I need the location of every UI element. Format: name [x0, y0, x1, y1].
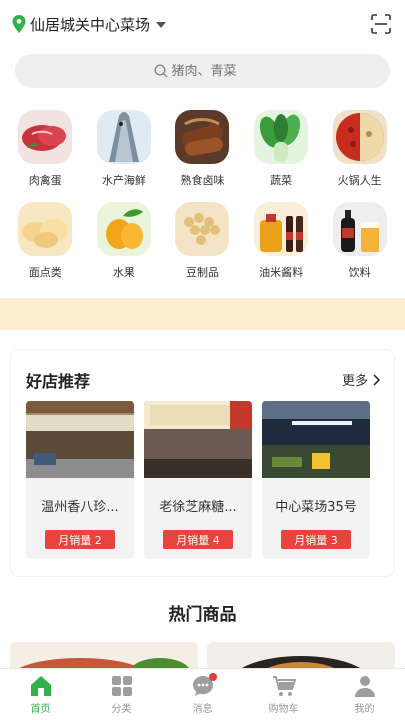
tab-category[interactable]: 分类 — [81, 669, 162, 720]
shop-name: 温州香八珍... — [41, 500, 119, 515]
category-meat[interactable]: 肉禽蛋 — [10, 110, 80, 188]
shop-card[interactable]: 温州香八珍... 月销量 2 — [26, 401, 134, 559]
tab-label: 分类 — [111, 704, 132, 715]
fruit-image — [96, 202, 151, 256]
category-icon — [111, 676, 132, 696]
sales-badge: 月销量 3 — [281, 530, 351, 549]
shop-card[interactable]: 中心菜场35号 月销量 3 — [262, 401, 370, 559]
drink-image — [332, 202, 387, 256]
tab-label: 首页 — [30, 704, 51, 715]
oil-sauce-image — [254, 202, 309, 256]
recommended-shops: 好店推荐 更多 温州香八珍... 月销量 2 老徐芝麻糖... 月销量 4 中心… — [11, 350, 394, 576]
category-deli[interactable]: 熟食卤味 — [167, 110, 237, 188]
chevron-right-icon — [373, 373, 380, 386]
sales-badge: 月销量 4 — [163, 530, 233, 549]
user-icon — [354, 676, 375, 697]
tab-label: 我的 — [354, 704, 375, 715]
cart-icon — [272, 676, 296, 696]
search-input[interactable] — [171, 63, 252, 79]
top-bar: 仙居城关中心菜场 — [0, 0, 405, 48]
search-icon — [153, 64, 167, 78]
category-drink[interactable]: 饮料 — [325, 202, 395, 280]
tab-label: 购物车 — [268, 704, 299, 715]
category-oil[interactable]: 油米酱料 — [246, 202, 316, 280]
location-pin-icon[interactable] — [12, 15, 26, 33]
category-seafood[interactable]: 水产海鲜 — [89, 110, 159, 188]
promo-banner[interactable] — [0, 298, 405, 330]
category-hotpot[interactable]: 火锅人生 — [325, 110, 395, 188]
scan-icon[interactable] — [371, 14, 391, 34]
bread-image — [18, 202, 73, 256]
search-bar[interactable] — [15, 54, 390, 88]
category-vegetable[interactable]: 蔬菜 — [246, 110, 316, 188]
shop-photo — [262, 401, 370, 478]
shop-photo — [26, 401, 134, 478]
section-title: 好店推荐 — [26, 372, 91, 391]
shop-name: 老徐芝麻糖... — [159, 500, 237, 515]
tab-label: 消息 — [192, 704, 213, 715]
shop-name: 中心菜场35号 — [275, 500, 357, 515]
meat-image — [18, 110, 73, 164]
category-label: 水果 — [112, 266, 135, 279]
fish-image — [96, 110, 151, 164]
tab-profile[interactable]: 我的 — [324, 669, 405, 720]
tab-messages[interactable]: 消息 — [162, 669, 243, 720]
hotpot-image — [332, 110, 387, 164]
category-label: 豆制品 — [185, 266, 219, 279]
more-label: 更多 — [341, 374, 368, 389]
braised-meat-image — [175, 110, 230, 164]
chevron-down-icon[interactable] — [156, 22, 167, 28]
category-label: 水产海鲜 — [101, 174, 146, 187]
soybean-image — [175, 202, 230, 256]
vegetable-image — [254, 110, 309, 164]
sales-badge: 月销量 2 — [45, 530, 115, 549]
bottom-tab-bar: 首页 分类 消息 购物车 我的 — [0, 668, 405, 720]
category-label: 熟食卤味 — [180, 174, 225, 187]
tab-home[interactable]: 首页 — [0, 669, 81, 720]
category-label: 面点类 — [28, 266, 62, 279]
location-name[interactable]: 仙居城关中心菜场 — [30, 14, 150, 35]
home-icon — [30, 676, 51, 696]
tab-cart[interactable]: 购物车 — [243, 669, 324, 720]
category-label: 蔬菜 — [270, 174, 293, 187]
category-fruit[interactable]: 水果 — [89, 202, 159, 280]
section-title: 热门商品 — [168, 605, 237, 625]
category-label: 火锅人生 — [337, 174, 382, 187]
category-label: 肉禽蛋 — [28, 174, 62, 187]
category-bakery[interactable]: 面点类 — [10, 202, 80, 280]
category-label: 油米酱料 — [259, 266, 304, 279]
unread-badge — [208, 673, 217, 681]
shop-photo — [144, 401, 252, 478]
category-tofu[interactable]: 豆制品 — [167, 202, 237, 280]
category-grid: 肉禽蛋 水产海鲜 熟食卤味 蔬菜 火锅人生 面点类 水果 豆制品 油米酱料 饮料 — [0, 110, 405, 280]
shop-card[interactable]: 老徐芝麻糖... 月销量 4 — [144, 401, 252, 559]
category-label: 饮料 — [348, 266, 371, 279]
more-link[interactable]: 更多 — [342, 370, 380, 389]
